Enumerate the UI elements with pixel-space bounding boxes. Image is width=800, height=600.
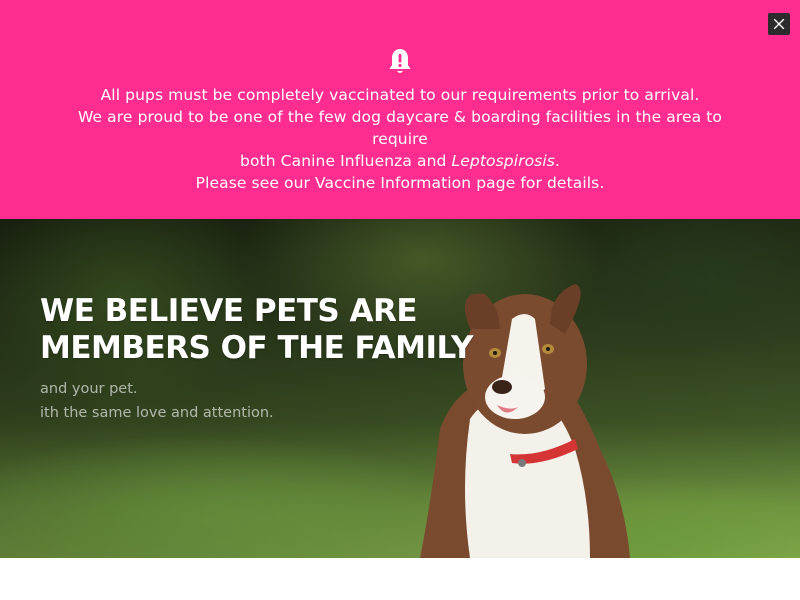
alert-line-3: both Canine Influenza and Leptospirosis. xyxy=(60,150,740,172)
alert-line-1: All pups must be completely vaccinated t… xyxy=(100,86,700,104)
hero-sub-line-2: ith the same love and attention. xyxy=(40,405,274,421)
alert-line-3-italic: Leptospirosis xyxy=(451,152,555,170)
vaccination-alert-banner: All pups must be completely vaccinated t… xyxy=(0,0,800,219)
alert-message: All pups must be completely vaccinated t… xyxy=(60,84,740,194)
alert-line-2: We are proud to be one of the few dog da… xyxy=(78,108,722,148)
hero-sub-line-1: and your pet. xyxy=(40,381,138,397)
close-icon xyxy=(773,18,785,30)
hero-section: WE BELIEVE PETS ARE MEMBERS OF THE FAMIL… xyxy=(0,219,800,558)
hero-heading-line-2: MEMBERS OF THE FAMILY xyxy=(40,330,473,366)
content-area xyxy=(0,558,800,600)
bell-exclamation-icon xyxy=(389,49,411,73)
hero-heading: WE BELIEVE PETS ARE MEMBERS OF THE FAMIL… xyxy=(40,293,510,367)
hero-heading-line-1: WE BELIEVE PETS ARE xyxy=(40,293,418,329)
alert-line-4: Please see our Vaccine Information page … xyxy=(195,174,605,192)
hero-subtext: and your pet. ith the same love and atte… xyxy=(40,377,400,425)
alert-line-3-suffix: . xyxy=(554,152,560,170)
alert-line-3-prefix: both Canine Influenza and xyxy=(240,152,452,170)
close-button[interactable] xyxy=(768,13,790,35)
page: All pups must be completely vaccinated t… xyxy=(0,0,800,600)
